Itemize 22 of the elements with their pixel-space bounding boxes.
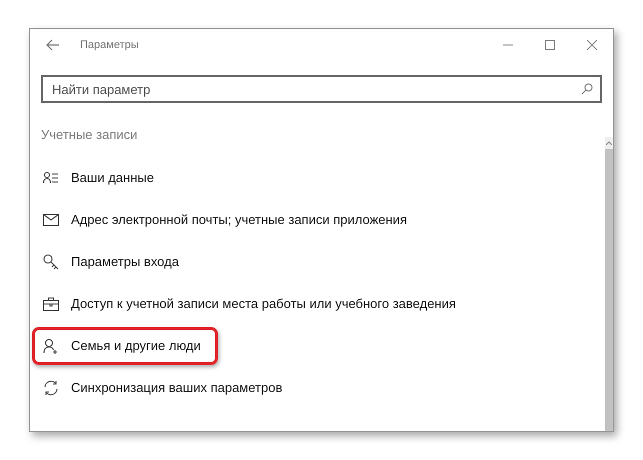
maximize-icon bbox=[545, 40, 555, 50]
minimize-icon bbox=[503, 44, 513, 46]
settings-item[interactable]: Семья и другие люди bbox=[32, 326, 218, 364]
scrollbar[interactable] bbox=[605, 137, 613, 431]
sync-icon bbox=[43, 380, 59, 396]
key-icon bbox=[43, 254, 59, 270]
search-field[interactable]: Найти параметр bbox=[41, 75, 602, 103]
section-heading: Учетные записи bbox=[41, 126, 138, 144]
search-icon bbox=[581, 83, 593, 95]
person-list-icon bbox=[43, 170, 59, 184]
back-arrow-icon bbox=[46, 39, 60, 51]
settings-item[interactable]: Ваши данные bbox=[40, 158, 163, 196]
close-icon bbox=[587, 40, 597, 50]
briefcase-icon bbox=[43, 296, 59, 310]
settings-item[interactable]: Синхронизация ваших параметров bbox=[40, 368, 292, 406]
window-title: Параметры bbox=[80, 38, 139, 53]
settings-item[interactable]: Адрес электронной почты; учетные записи приложения bbox=[40, 200, 416, 238]
person-add-icon bbox=[43, 338, 59, 354]
scroll-up-icon bbox=[606, 141, 612, 145]
envelope-icon bbox=[43, 214, 59, 226]
settings-item[interactable]: Параметры входа bbox=[40, 242, 188, 280]
settings-item[interactable]: Доступ к учетной записи места работы или учебного заведения bbox=[40, 284, 465, 322]
